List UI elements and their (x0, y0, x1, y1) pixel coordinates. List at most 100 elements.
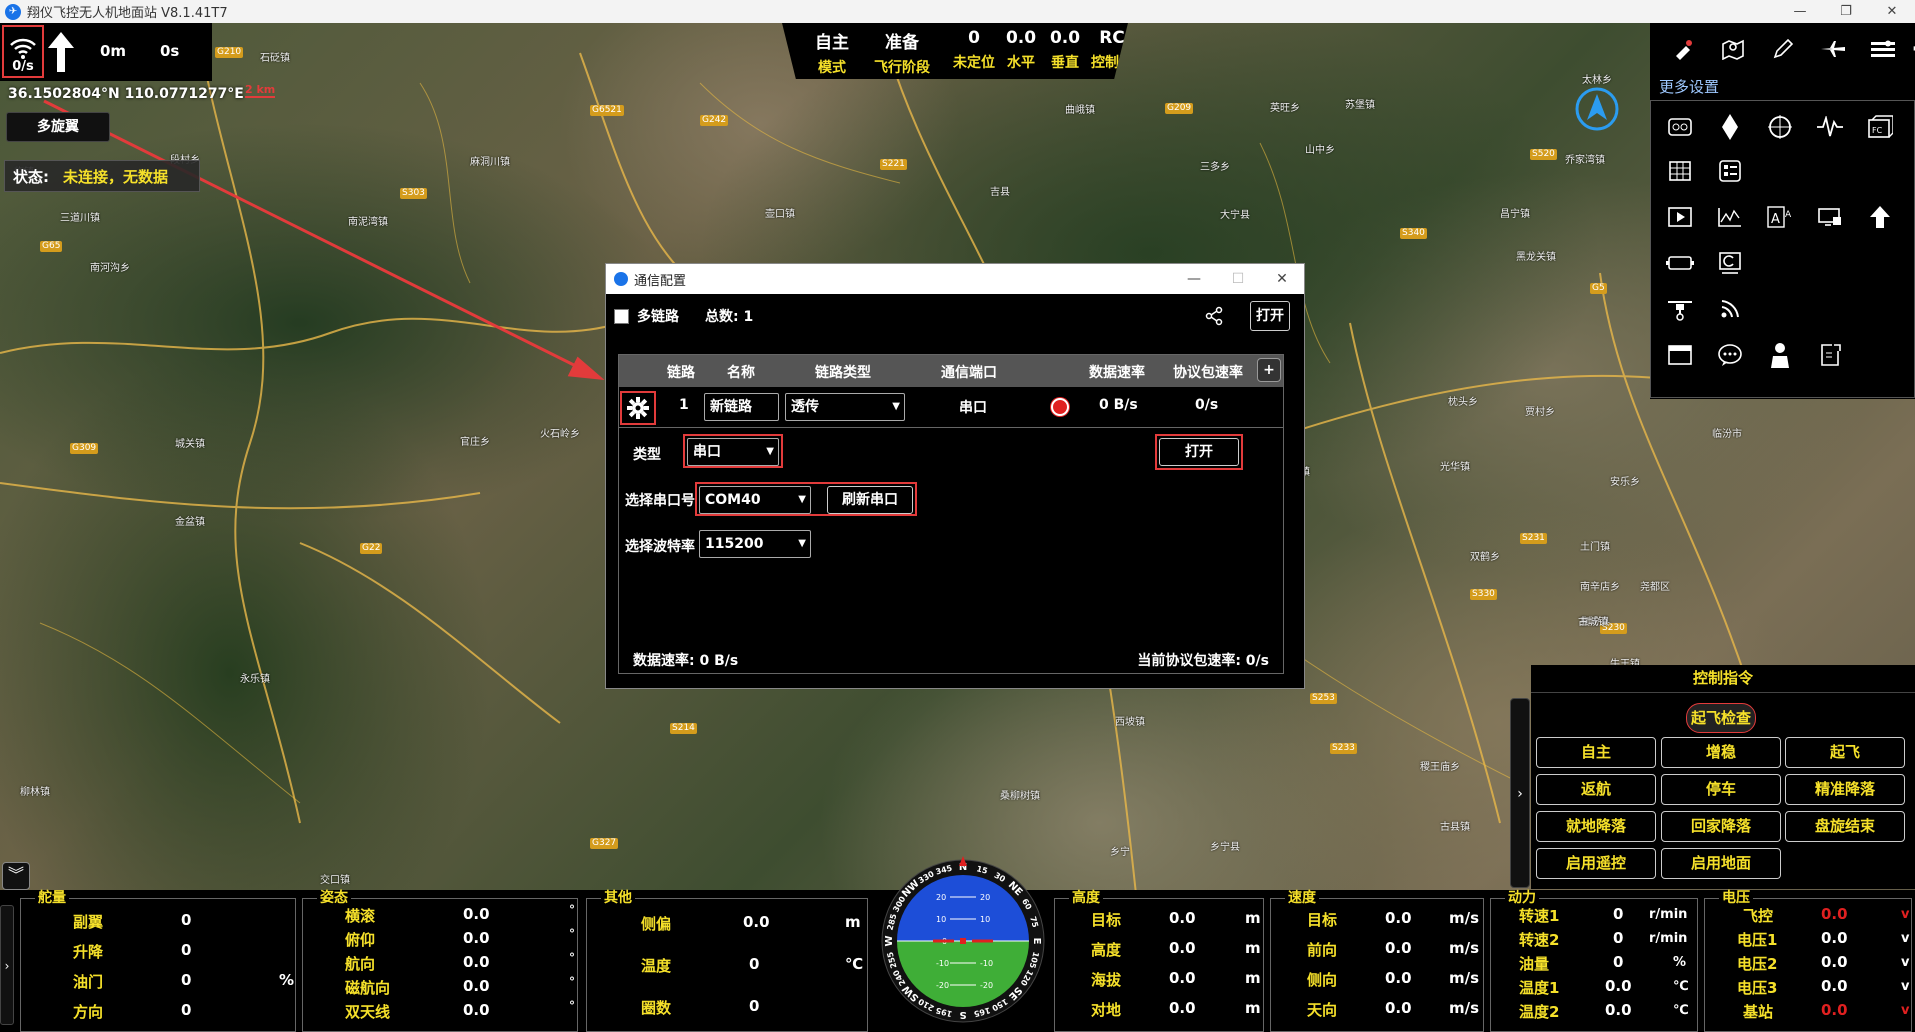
phase-cell: 准备 飞行阶段 (857, 28, 947, 77)
wireless-icon[interactable] (1705, 289, 1755, 329)
mode-stabilize-button[interactable]: 增稳 (1661, 737, 1781, 768)
row-label: 目标 (1307, 911, 1338, 929)
table-icon[interactable] (1655, 151, 1705, 191)
row-label: 侧偏 (641, 915, 672, 933)
window-icon[interactable] (1655, 335, 1705, 375)
row-label: 升降 (73, 943, 104, 961)
land-here-button[interactable]: 就地降落 (1536, 811, 1656, 842)
takeoff-button[interactable]: 起飞 (1785, 737, 1905, 768)
stop-motor-button[interactable]: 停车 (1661, 774, 1781, 805)
map-pin-icon[interactable] (1708, 29, 1758, 69)
place-label: 土门镇 (1580, 542, 1610, 553)
more-settings-label[interactable]: 更多设置 (1659, 76, 1719, 97)
person-icon[interactable] (1755, 335, 1805, 375)
monitor-icon[interactable] (1805, 197, 1855, 237)
link-name-input[interactable]: 新链路 (704, 393, 779, 421)
place-label: 稷王庙乡 (1420, 762, 1460, 773)
export-icon[interactable] (1805, 335, 1855, 375)
row-value: 0.0 (463, 1001, 490, 1019)
fc-icon[interactable]: FC (1855, 107, 1905, 147)
place-label: 金盆镇 (175, 517, 205, 528)
row-value: 0 (1613, 953, 1624, 971)
pen-marker-icon[interactable] (1658, 29, 1708, 69)
control-panel-toggle[interactable]: › (1510, 698, 1530, 888)
attitude-indicator: N 1530NE6075E105120SE150165S195210SW24025… (881, 856, 1045, 1023)
comm-port-value: 串口 (959, 400, 987, 416)
table-row[interactable]: 1 新链路 透传 ▼ 串口 0 B/s 0/s (619, 389, 1283, 425)
link-type-select[interactable]: 透传 ▼ (785, 393, 905, 421)
crosshair-icon[interactable] (1755, 107, 1805, 147)
close-button[interactable]: ✕ (1869, 0, 1915, 23)
road-label: G210 (215, 47, 244, 58)
row-value: 0.0 (1169, 939, 1196, 957)
serial-port-select[interactable]: COM40 ▼ (699, 486, 811, 514)
pencil-icon[interactable] (1758, 29, 1808, 69)
dialog-close-button[interactable]: ✕ (1260, 264, 1304, 294)
diamond-icon[interactable] (1705, 107, 1755, 147)
baud-rate-select[interactable]: 115200 ▼ (699, 530, 811, 558)
type-select[interactable]: 串口 ▼ (687, 438, 779, 466)
drone-icon[interactable] (1655, 289, 1705, 329)
horizontal-cell: 0.0 水平 (996, 28, 1046, 72)
voltage-panel: 电压 飞控 0.0 v 电压1 0.0 v 电压2 0.0 v 电压3 0.0 … (1704, 890, 1912, 1032)
row-label: 转速1 (1519, 907, 1560, 925)
row-label: 方向 (73, 1003, 104, 1021)
north-compass-icon[interactable] (1574, 86, 1620, 132)
more-dots-icon[interactable]: ⋯ (1908, 29, 1915, 69)
enable-rc-button[interactable]: 启用遥控 (1536, 848, 1656, 879)
dialog-maximize-button[interactable]: ☐ (1216, 264, 1260, 294)
precision-land-button[interactable]: 精准降落 (1785, 774, 1905, 805)
place-label: 三道川镇 (60, 213, 100, 224)
row-unit: m (1245, 969, 1261, 987)
settings-sliders-icon[interactable] (1858, 29, 1908, 69)
multi-link-checkbox[interactable] (614, 308, 629, 324)
gear-icon[interactable] (620, 391, 656, 425)
chart-icon[interactable] (1705, 197, 1755, 237)
open-all-button[interactable]: 打开 (1250, 301, 1290, 331)
battery-icon[interactable] (1655, 243, 1705, 283)
dialog-title: 通信配置 (634, 273, 687, 289)
place-label: 大宁县 (1220, 210, 1250, 221)
row-unit: m (845, 913, 861, 931)
panel-title: 其他 (601, 890, 635, 906)
attitude-panel: 姿态 横滚 0.0 ° 俯仰 0.0 ° 航向 0.0 ° 磁航向 0.0 ° … (302, 890, 578, 1032)
connection-status: 状态: 未连接，无数据 (4, 160, 200, 192)
row-label: 油门 (73, 973, 104, 991)
baud-rate-label: 选择波特率 (625, 539, 695, 555)
enable-ground-button[interactable]: 启用地面 (1661, 848, 1781, 879)
plane-icon[interactable] (1808, 29, 1858, 69)
list-icon[interactable] (1705, 151, 1755, 191)
signal-indicator[interactable]: 0/s (2, 25, 44, 78)
preflight-check-button[interactable]: 起飞检查 (1686, 703, 1756, 733)
font-size-icon[interactable]: AA (1755, 197, 1805, 237)
waveform-icon[interactable] (1805, 107, 1855, 147)
gps-coordinates: 36.1502804°N 110.0771277°E (8, 86, 244, 102)
return-home-button[interactable]: 返航 (1536, 774, 1656, 805)
end-loiter-button[interactable]: 盘旋结束 (1785, 811, 1905, 842)
chat-icon[interactable] (1705, 335, 1755, 375)
collapse-panel-button[interactable]: ︾ (2, 862, 30, 890)
upload-arrow-icon[interactable] (1855, 197, 1905, 237)
map-scale-bar: 2 km (245, 83, 276, 98)
left-panel-toggle[interactable]: › (0, 905, 14, 1025)
flight-status-panel: 自主 模式 准备 飞行阶段 0 未定位 0.0 水平 0.0 垂直 RC 控制源 (782, 23, 1128, 79)
row-unit: v (1901, 931, 1910, 946)
open-link-button[interactable]: 打开 (1159, 438, 1239, 466)
mode-auto-button[interactable]: 自主 (1536, 737, 1656, 768)
joystick-icon[interactable] (1655, 107, 1705, 147)
place-label: 麻洞川镇 (470, 157, 510, 168)
panel-title: 动力 (1505, 890, 1539, 906)
minimize-button[interactable]: — (1777, 0, 1823, 23)
vehicle-type-button[interactable]: 多旋翼 (6, 112, 110, 142)
maximize-button[interactable]: ❐ (1823, 0, 1869, 23)
play-icon[interactable] (1655, 197, 1705, 237)
share-icon[interactable] (1204, 306, 1224, 326)
place-label: 城关镇 (175, 439, 205, 450)
row-label: 温度 (641, 957, 672, 975)
refresh-ports-button[interactable]: 刷新串口 (827, 486, 913, 514)
land-home-button[interactable]: 回家降落 (1661, 811, 1781, 842)
row-value: 0.0 (1821, 977, 1848, 995)
add-link-button[interactable]: + (1257, 358, 1281, 382)
dialog-minimize-button[interactable]: — (1172, 264, 1216, 294)
camera-icon[interactable] (1705, 243, 1755, 283)
